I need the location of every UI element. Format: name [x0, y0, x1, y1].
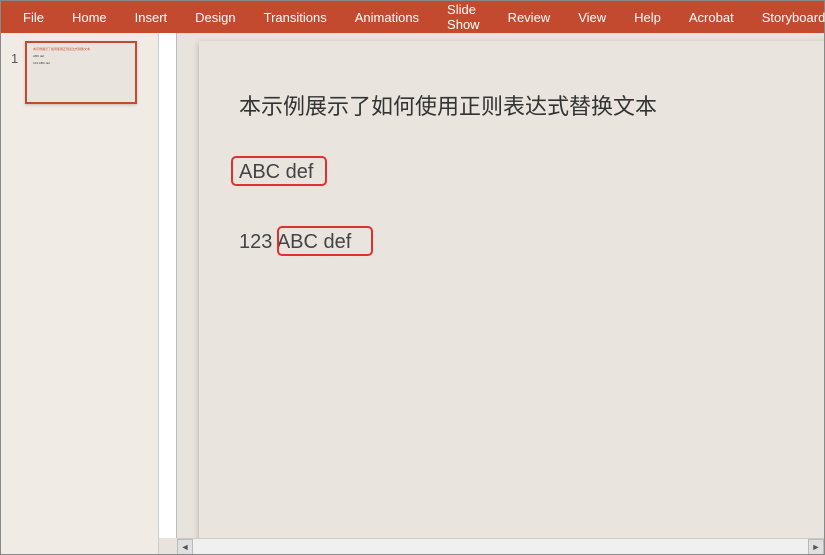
- highlight-box-1: [231, 156, 327, 186]
- tab-slideshow[interactable]: Slide Show: [433, 1, 494, 33]
- highlight-box-2: [277, 226, 373, 256]
- thumb-line2: 123 ABC def: [33, 61, 129, 65]
- tab-storyboarding[interactable]: Storyboarding: [748, 1, 825, 33]
- line2-prefix: 123: [239, 231, 277, 253]
- tab-home[interactable]: Home: [58, 1, 121, 33]
- tab-help[interactable]: Help: [620, 1, 675, 33]
- tab-transitions[interactable]: Transitions: [250, 1, 341, 33]
- main-area: 1 本示例展示了如何使用正则表达式替换文本 ABC def 123 ABC de…: [1, 33, 824, 554]
- scroll-right-button[interactable]: ►: [808, 539, 824, 555]
- slide-thumbnail-1[interactable]: 本示例展示了如何使用正则表达式替换文本 ABC def 123 ABC def: [25, 41, 137, 104]
- horizontal-scrollbar[interactable]: ◄ ►: [177, 538, 824, 554]
- thumbnail-panel: 1 本示例展示了如何使用正则表达式替换文本 ABC def 123 ABC de…: [1, 33, 159, 554]
- tab-animations[interactable]: Animations: [341, 1, 433, 33]
- editor-area: 本示例展示了如何使用正则表达式替换文本 ABC def 123 ABC def …: [159, 33, 824, 554]
- tab-view[interactable]: View: [564, 1, 620, 33]
- tab-insert[interactable]: Insert: [121, 1, 182, 33]
- slide-title-text[interactable]: 本示例展示了如何使用正则表达式替换文本: [239, 89, 657, 121]
- tab-review[interactable]: Review: [494, 1, 565, 33]
- slide-canvas[interactable]: 本示例展示了如何使用正则表达式替换文本 ABC def 123 ABC def: [199, 41, 824, 551]
- vertical-ruler: [159, 33, 177, 538]
- thumb-line1: ABC def: [33, 54, 129, 58]
- ribbon-tabs: File Home Insert Design Transitions Anim…: [1, 1, 824, 33]
- thumb-title: 本示例展示了如何使用正则表达式替换文本: [33, 47, 129, 51]
- tab-acrobat[interactable]: Acrobat: [675, 1, 748, 33]
- tab-design[interactable]: Design: [181, 1, 249, 33]
- tab-file[interactable]: File: [9, 1, 58, 33]
- slide-number: 1: [11, 51, 18, 66]
- scroll-track[interactable]: [193, 539, 808, 555]
- scroll-left-button[interactable]: ◄: [177, 539, 193, 555]
